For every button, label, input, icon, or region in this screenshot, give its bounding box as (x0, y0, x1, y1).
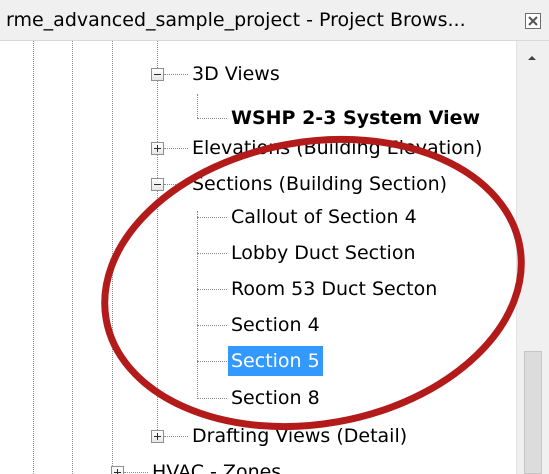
tree-item-lobby-duct-section[interactable]: Lobby Duct Section (228, 238, 418, 268)
tree-item-room-53-duct-secton[interactable]: Room 53 Duct Secton (228, 274, 440, 304)
tree-connector (164, 184, 188, 185)
tree-item-section-4[interactable]: Section 4 (228, 310, 323, 340)
window-title: rme_advanced_sample_project - Project Br… (6, 9, 466, 31)
tree-item-wshp-system-view[interactable]: WSHP 2-3 System View (228, 103, 483, 133)
tree-connector (164, 436, 188, 437)
window-titlebar: rme_advanced_sample_project - Project Br… (0, 0, 549, 41)
tree-connector (197, 118, 227, 119)
scroll-thumb[interactable] (524, 351, 542, 474)
tree-connector (124, 472, 148, 473)
tree-item-section-5[interactable]: Section 5 (228, 346, 323, 376)
expand-hvac-zones-toggle[interactable] (111, 466, 124, 474)
tree-connector (197, 398, 227, 399)
tree-item-section-8[interactable]: Section 8 (228, 383, 323, 413)
tree-connector (197, 217, 227, 218)
collapse-3d-views-toggle[interactable] (151, 68, 164, 81)
tree-item-callout-of-section-4[interactable]: Callout of Section 4 (228, 202, 420, 232)
tree-connector (197, 253, 227, 254)
close-icon (528, 16, 538, 26)
tree-item-elevations[interactable]: Elevations (Building Elevation) (189, 133, 485, 163)
tree-guide-line (112, 41, 113, 474)
tree-connector (197, 289, 227, 290)
tree-connector (197, 361, 227, 362)
project-browser-tree[interactable]: 3D Views WSHP 2-3 System View Elevations… (0, 41, 516, 474)
tree-connector (197, 325, 227, 326)
expand-drafting-views-toggle[interactable] (151, 430, 164, 443)
tree-guide-line (33, 41, 34, 474)
tree-guide-line (157, 41, 158, 436)
tree-item-3d-views[interactable]: 3D Views (189, 59, 283, 89)
tree-guide-line (197, 94, 198, 118)
vertical-scrollbar[interactable] (516, 41, 549, 474)
scroll-up-arrow-icon[interactable] (525, 53, 539, 63)
collapse-sections-toggle[interactable] (151, 178, 164, 191)
close-button[interactable] (525, 13, 541, 29)
tree-guide-line (197, 211, 198, 399)
tree-connector (164, 74, 188, 75)
tree-connector (164, 148, 188, 149)
tree-item-sections[interactable]: Sections (Building Section) (189, 169, 450, 199)
tree-item-hvac-zones[interactable]: HVAC - Zones (149, 457, 284, 474)
tree-item-drafting-views[interactable]: Drafting Views (Detail) (189, 421, 410, 451)
tree-guide-line (72, 41, 73, 474)
expand-elevations-toggle[interactable] (151, 142, 164, 155)
